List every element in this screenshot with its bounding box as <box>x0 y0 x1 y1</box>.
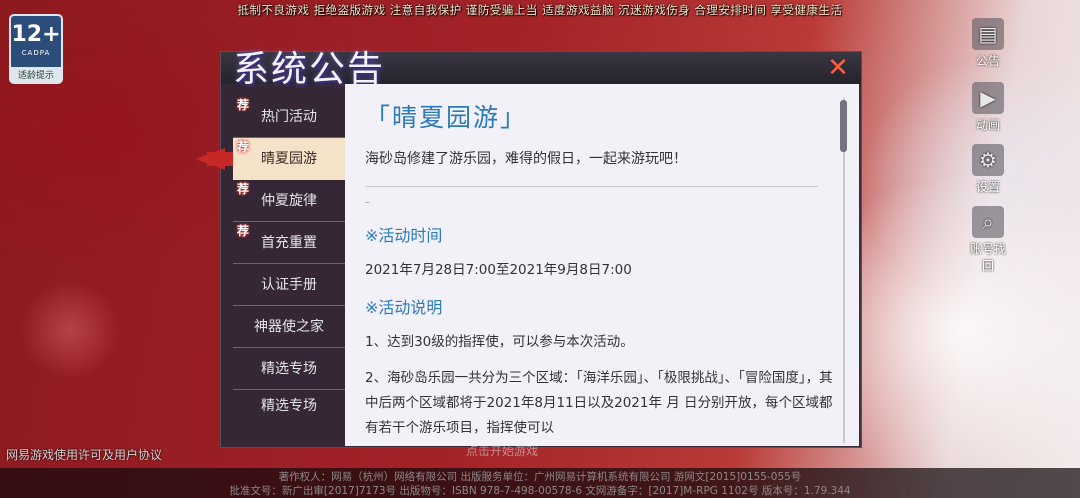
desc-heading: ※活动说明 <box>365 298 443 317</box>
copyright-footer: 著作权人：网易（杭州）网络有限公司 出版服务单位：广州网易计算机系统有限公司 游… <box>0 468 1080 498</box>
sidebar-item-label: 神器使之家 <box>254 319 324 335</box>
sidebar-item-label: 仲夏旋律 <box>261 193 317 209</box>
dash-mark: – <box>365 197 370 208</box>
recommend-tag: 荐 <box>237 98 250 112</box>
sidebar-item-verification-manual[interactable]: 认证手册 <box>233 264 345 306</box>
recommend-tag: 荐 <box>237 182 250 196</box>
user-agreement-link[interactable]: 网易游戏使用许可及用户协议 <box>6 446 162 463</box>
system-notice-panel: 系统公告 ✕ 荐 热门活动 荐 晴夏园游 荐 仲夏旋律 荐 首充重置 认证手册 … <box>195 49 862 448</box>
desc-item-1: 1、达到30级的指挥使，可以参与本次活动。 <box>365 334 634 350</box>
animation-button-label: 动画 <box>975 118 1000 132</box>
video-icon: ▶ <box>972 82 1004 114</box>
sidebar-item-midsummer-melody[interactable]: 荐 仲夏旋律 <box>233 180 345 222</box>
sidebar-item-label: 精选专场 <box>261 361 317 377</box>
sidebar-item-label: 认证手册 <box>261 277 317 293</box>
age-rating-org: CADPA <box>21 49 51 57</box>
footer-line-2: 批准文号：新广出审[2017]7173号 出版物号：ISBN 978-7-498… <box>229 485 851 497</box>
sidebar-item-featured-1[interactable]: 精选专场 <box>233 348 345 390</box>
sidebar-item-first-recharge-reset[interactable]: 荐 首充重置 <box>233 222 345 264</box>
age-rating-value: 12+ <box>11 22 61 47</box>
divider <box>365 186 818 187</box>
gear-icon: ⚙ <box>972 144 1004 176</box>
search-icon: ⌕ <box>972 206 1004 238</box>
start-game-hint[interactable]: 点击开始游戏 <box>466 442 538 459</box>
account-recovery-button[interactable]: ⌕ 账号找回 <box>966 206 1010 274</box>
notice-sidebar: 荐 热门活动 荐 晴夏园游 荐 仲夏旋律 荐 首充重置 认证手册 神器使之家 精… <box>195 96 345 416</box>
settings-button-label: 设置 <box>975 180 1000 194</box>
settings-button[interactable]: ⚙ 设置 <box>966 144 1010 195</box>
notice-content[interactable]: 「晴夏园游」 海砂岛修建了游乐园，难得的假日，一起来游玩吧！ – ※活动时间 2… <box>345 84 859 446</box>
animation-button[interactable]: ▶ 动画 <box>966 82 1010 133</box>
notice-button-label: 公告 <box>975 54 1000 68</box>
notice-title: 「晴夏园游」 <box>365 103 528 132</box>
footer-line-1: 著作权人：网易（杭州）网络有限公司 出版服务单位：广州网易计算机系统有限公司 游… <box>278 471 802 483</box>
desc-item-2: 2、海砂岛乐园一共分为三个区域：「海洋乐园」、「极限挑战」、「冒险国度」，其中后… <box>365 370 833 436</box>
health-notice: 抵制不良游戏 拒绝盗版游戏 注意自我保护 谨防受骗上当 适度游戏益脑 沉迷游戏伤… <box>237 3 843 17</box>
sidebar-item-artifact-home[interactable]: 神器使之家 <box>233 306 345 348</box>
active-arrow-icon <box>195 148 225 170</box>
account-recovery-label: 账号找回 <box>969 242 1006 273</box>
sidebar-item-featured-2[interactable]: 精选专场 <box>233 390 345 416</box>
sidebar-item-label: 精选专场 <box>261 398 317 414</box>
recommend-tag: 荐 <box>237 224 250 238</box>
recommend-tag: 荐 <box>237 140 250 154</box>
close-button[interactable]: ✕ <box>827 55 849 81</box>
sidebar-item-label: 晴夏园游 <box>261 151 317 167</box>
panel-header: 系统公告 ✕ <box>221 49 861 90</box>
sidebar-item-label: 首充重置 <box>261 235 317 251</box>
sidebar-item-summer-park[interactable]: 荐 晴夏园游 <box>195 138 345 180</box>
time-value: 2021年7月28日7:00至2021年9月8日7:00 <box>365 262 632 278</box>
sidebar-item-hot-events[interactable]: 荐 热门活动 <box>233 96 345 138</box>
scrollbar-thumb[interactable] <box>840 100 847 152</box>
time-heading: ※活动时间 <box>365 226 443 245</box>
notice-button[interactable]: ▤ 公告 <box>966 18 1010 69</box>
age-rating-tip: 适龄提示 <box>11 67 61 82</box>
notice-intro: 海砂岛修建了游乐园，难得的假日，一起来游玩吧！ <box>365 151 687 167</box>
sidebar-item-label: 热门活动 <box>261 109 317 125</box>
notice-icon: ▤ <box>972 18 1004 50</box>
age-rating-badge: 12+ CADPA 适龄提示 <box>9 14 63 84</box>
